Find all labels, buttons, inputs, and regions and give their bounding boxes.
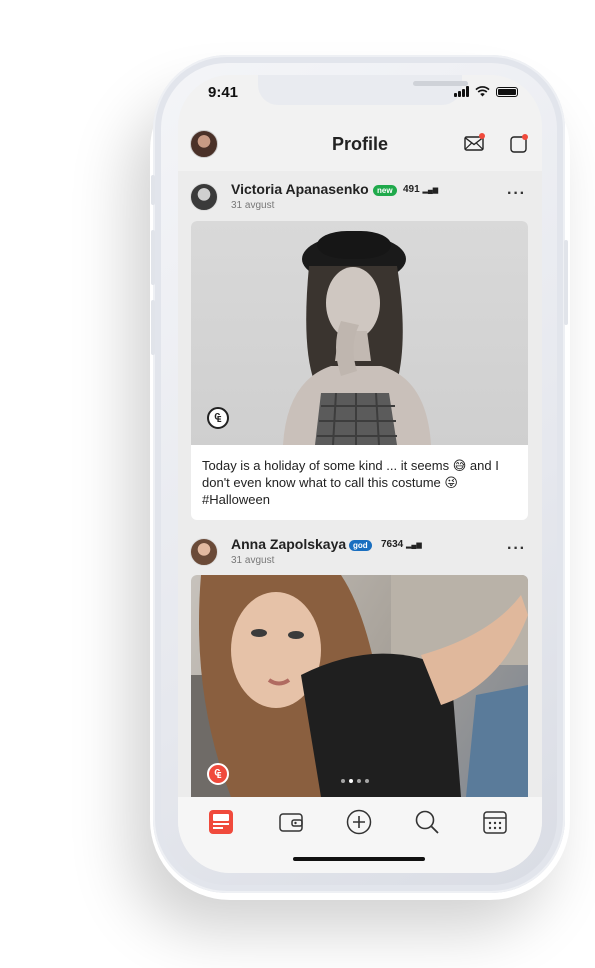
volume-up-button: [151, 230, 155, 285]
post-header: Victoria Apanasenko new 491 ▂▄▆ 31 avgus…: [178, 171, 542, 221]
app-header: Profile: [178, 125, 542, 171]
carousel-dot[interactable]: [365, 779, 369, 783]
tab-feed[interactable]: [208, 809, 234, 835]
battery-icon: [496, 86, 518, 97]
tab-calendar[interactable]: [482, 809, 508, 835]
stats-icon: ▂▄▆: [422, 187, 439, 194]
author-avatar[interactable]: [190, 538, 218, 566]
coin-icon[interactable]: ₠: [207, 407, 229, 429]
post-card[interactable]: ₠ Today is a holiday of some kind ... it…: [191, 221, 528, 520]
mute-switch: [151, 175, 155, 205]
stats-icon: ▂▄▆: [406, 542, 422, 549]
wallet-icon: [279, 813, 303, 832]
messages-button[interactable]: [464, 133, 485, 151]
signal-icon: [454, 86, 469, 97]
score-value: 491 ▂▄▆: [403, 184, 438, 195]
selfie-photo: [191, 575, 528, 797]
add-icon: [346, 809, 372, 835]
notch: [258, 75, 468, 105]
wifi-icon: [475, 86, 490, 97]
status-badge: new: [373, 185, 397, 196]
carousel-dot[interactable]: [357, 779, 361, 783]
post-menu-button[interactable]: ···: [507, 185, 526, 203]
volume-down-button: [151, 300, 155, 355]
score-number: 491: [403, 184, 420, 195]
post-photo[interactable]: ₠: [191, 221, 528, 445]
power-button: [564, 240, 568, 325]
post-header: Anna Zapolskaya god 7634 ▂▄▆ 31 avgust ·…: [178, 526, 542, 576]
calendar-icon: [483, 811, 507, 834]
feed[interactable]: Victoria Apanasenko new 491 ▂▄▆ 31 avgus…: [178, 171, 542, 797]
post-date: 31 avgust: [231, 555, 275, 566]
tab-add[interactable]: [346, 809, 372, 835]
phone-screen: 9:41 Profile Victoria Apanasenko new 491…: [178, 75, 542, 873]
status-badge: god: [349, 540, 372, 551]
post-card[interactable]: ₠: [191, 575, 528, 797]
score-number: 7634: [381, 539, 404, 550]
post-photo[interactable]: ₠: [191, 575, 528, 797]
page-title: Profile: [331, 134, 388, 154]
carousel-dot-active[interactable]: [349, 779, 353, 783]
feed-icon: [209, 810, 233, 834]
post-date: 31 avgust: [231, 200, 275, 211]
home-indicator[interactable]: [293, 857, 425, 861]
portrait-photo: [283, 231, 431, 445]
tab-bar: [178, 797, 542, 873]
search-icon: [415, 810, 439, 834]
post-menu-button[interactable]: ···: [507, 540, 526, 558]
tab-search[interactable]: [414, 809, 440, 835]
score-value: 7634 ▂▄▆: [381, 539, 422, 550]
notifications-button[interactable]: [510, 134, 528, 153]
tab-wallet[interactable]: [278, 809, 304, 835]
status-icons: [454, 86, 518, 97]
author-name[interactable]: Victoria Apanasenko: [231, 181, 369, 197]
status-time: 9:41: [208, 84, 239, 101]
coin-icon[interactable]: ₠: [207, 763, 229, 785]
carousel-dot[interactable]: [341, 779, 345, 783]
post-caption: Today is a holiday of some kind ... it s…: [202, 458, 499, 507]
notification-dot: [479, 133, 485, 139]
carousel-dots[interactable]: [341, 779, 369, 783]
notification-dot: [522, 134, 528, 140]
author-name[interactable]: Anna Zapolskaya: [231, 536, 346, 552]
author-avatar[interactable]: [190, 183, 218, 211]
